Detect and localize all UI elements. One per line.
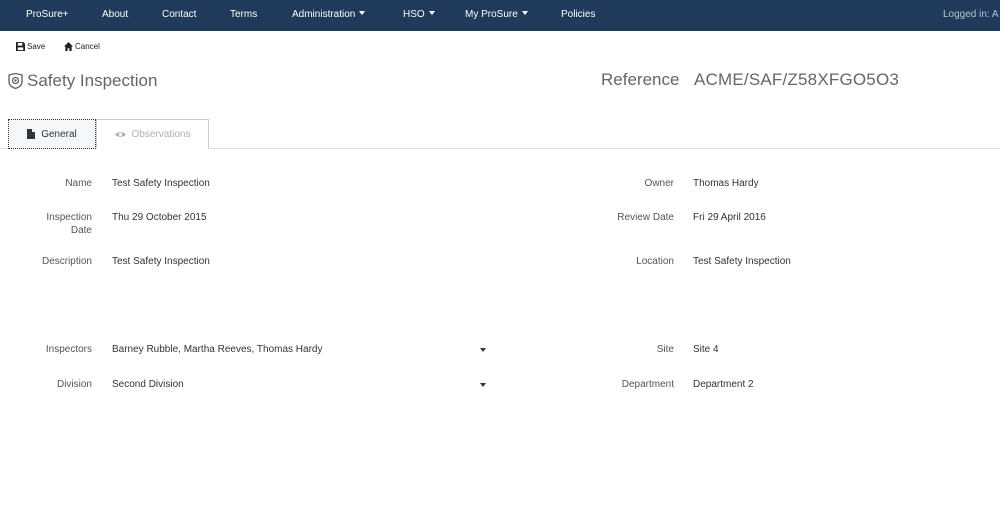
owner-label: Owner [644,178,674,189]
save-icon [16,41,25,51]
caret-down-icon [521,11,528,16]
name-value: Test Safety Inspection [112,178,210,189]
nav-brand-prosure[interactable]: ProSure+ [26,0,69,31]
top-navbar: ProSure+ About Contact Terms Administrat… [0,0,1000,31]
nav-my-prosure-label: My ProSure [465,9,518,20]
site-label: Site [656,344,674,355]
cancel-button[interactable]: Cancel [64,40,100,52]
reference-value: ACME/SAF/Z58XFGO5O3 [694,70,900,89]
inspectors-dropdown-caret-icon[interactable] [480,348,486,352]
nav-administration-dropdown[interactable]: Administration [292,0,366,31]
nav-hso-dropdown[interactable]: HSO [403,0,435,31]
reference-label: Reference [601,70,680,89]
inspection-date-label-line2: Date [70,225,92,236]
tab-observations-label: Observations [131,128,191,140]
division-label: Division [56,379,92,390]
review-date-value: Fri 29 April 2016 [693,212,766,223]
owner-value: Thomas Hardy [693,178,759,189]
inspectors-select-value: Barney Rubble, Martha Reeves, Thomas Har… [112,344,323,355]
save-label: Save [27,41,46,51]
inspectors-label: Inspectors [45,344,92,355]
page-header: Safety Inspection [8,70,157,92]
division-select[interactable]: Second Division [112,378,490,392]
division-dropdown-caret-icon[interactable] [480,383,486,387]
location-value: Test Safety Inspection [693,256,791,267]
location-label: Location [636,256,674,267]
page-title: Safety Inspection [27,71,158,90]
inspection-date-label: Inspection Date [30,211,92,237]
description-label: Description [41,256,92,267]
nav-contact[interactable]: Contact [162,0,196,31]
logged-in-status: Logged in: A [943,9,999,20]
inspection-date-label-line1: Inspection [46,212,92,223]
nav-about[interactable]: About [102,0,128,31]
department-value: Department 2 [693,379,754,390]
tab-observations[interactable]: Observations [96,119,209,149]
save-button[interactable]: Save [16,40,45,52]
nav-terms[interactable]: Terms [230,0,257,31]
shield-badge-icon [8,73,23,89]
inspectors-select[interactable]: Barney Rubble, Martha Reeves, Thomas Har… [112,343,490,357]
nav-my-prosure-dropdown[interactable]: My ProSure [465,0,528,31]
division-select-value: Second Division [112,379,184,390]
site-value: Site 4 [693,344,719,355]
review-date-label: Review Date [617,212,674,223]
nav-hso-label: HSO [403,9,425,20]
nav-policies[interactable]: Policies [561,0,595,31]
tab-general[interactable]: General [8,119,96,149]
cancel-label: Cancel [75,41,100,51]
name-label: Name [65,178,92,189]
caret-down-icon [428,11,435,16]
description-value: Test Safety Inspection [112,256,210,267]
eye-icon [114,131,126,137]
caret-down-icon [359,11,366,16]
tab-general-label: General [41,128,77,140]
document-icon [27,129,36,139]
nav-administration-label: Administration [292,9,356,20]
inspection-date-value: Thu 29 October 2015 [112,212,207,223]
department-label: Department [621,379,674,390]
home-icon [64,41,73,51]
